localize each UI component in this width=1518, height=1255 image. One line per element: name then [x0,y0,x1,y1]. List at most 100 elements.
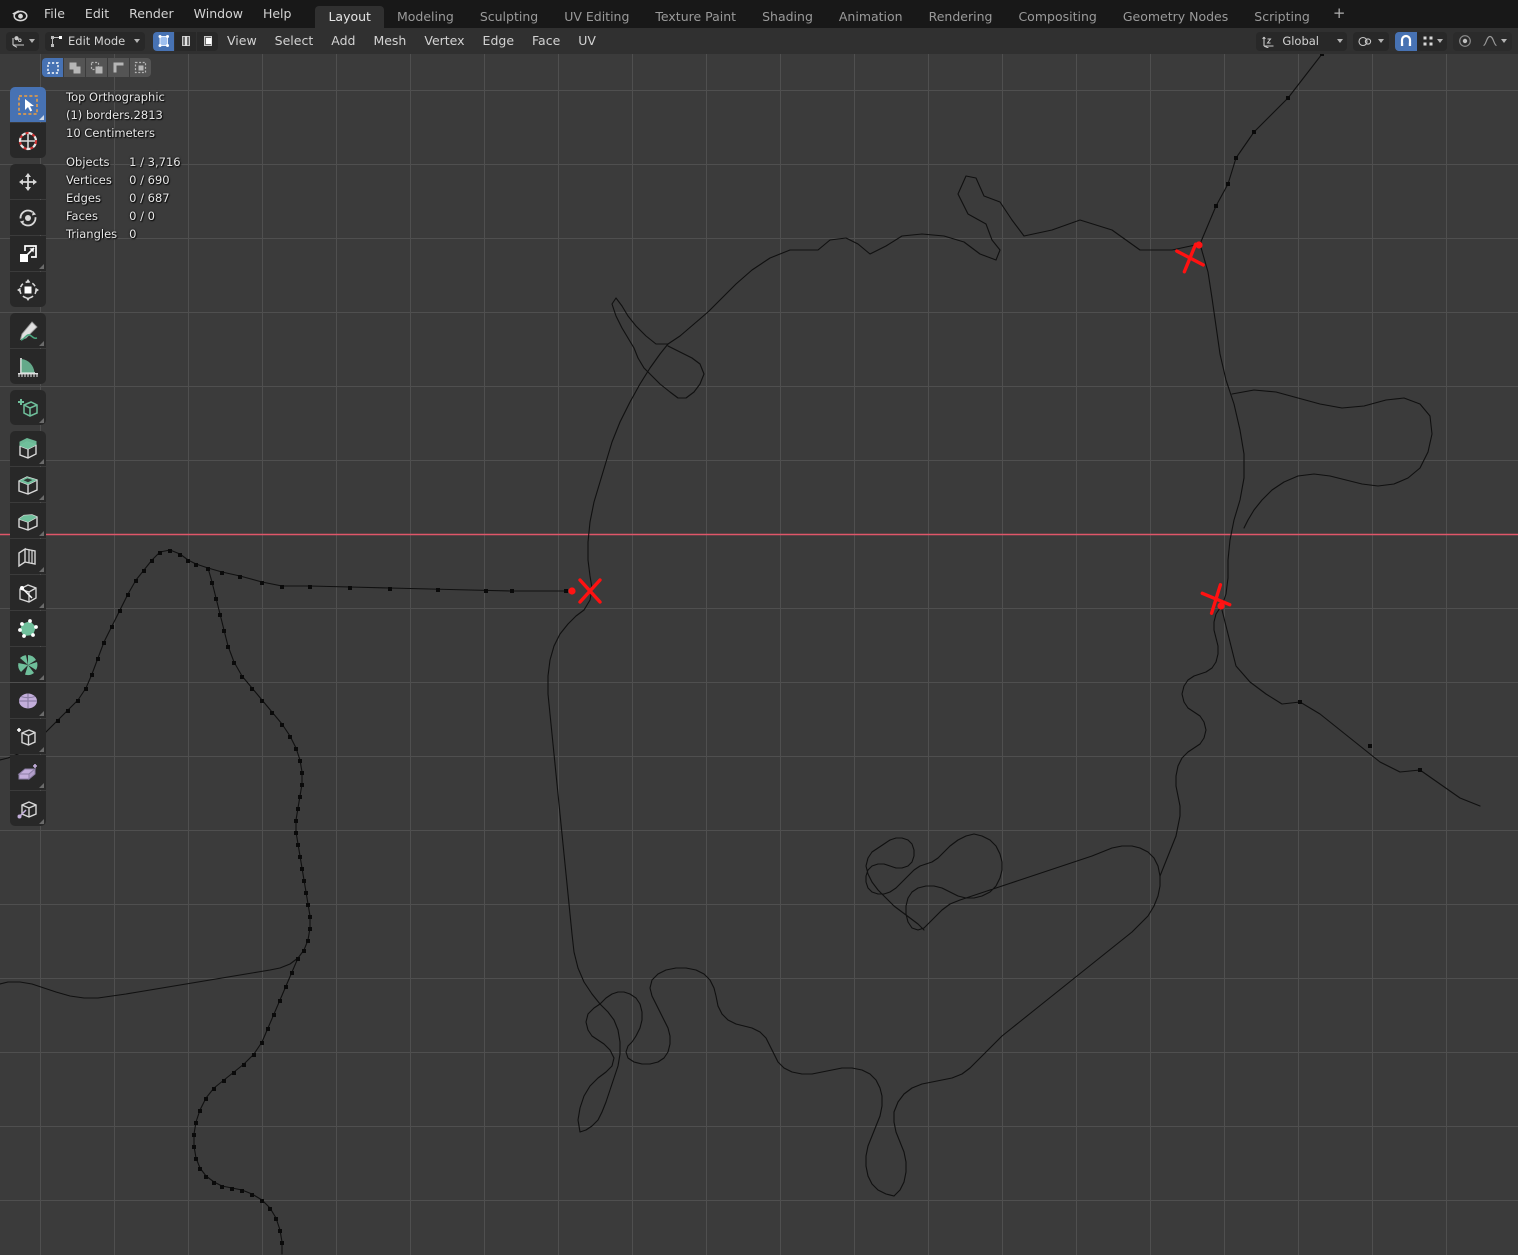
tool-group-select-cursor [10,87,46,158]
shrink-fatten-icon [17,763,37,780]
workspace-tab-geometry-nodes[interactable]: Geometry Nodes [1110,6,1241,28]
cursor-dot-right [1217,602,1225,610]
smooth-tool-button[interactable] [10,683,46,718]
rotate-icon [19,209,37,226]
tool-submenu-corner-icon [39,711,44,716]
proportional-edit-icon [1459,35,1471,47]
cursor-dot-center [568,587,576,595]
inset-faces-tool-button[interactable] [10,467,46,502]
menu-file[interactable]: File [34,0,75,28]
snap-target-chevron-down-icon [1437,39,1443,43]
viewport-menu-uv[interactable]: UV [569,28,605,54]
annotate-tool-button[interactable] [10,313,46,348]
workspace-tab-modeling[interactable]: Modeling [384,6,467,28]
viewport-menu-vertex[interactable]: Vertex [415,28,473,54]
tool-group-transform [10,164,46,307]
proportional-falloff-selector[interactable] [1477,31,1512,51]
viewport-menu-face[interactable]: Face [523,28,569,54]
tweak-intersect-mode-button[interactable] [130,58,151,77]
workspace-tab-uv-editing[interactable]: UV Editing [551,6,642,28]
tool-group-annotate-measure [10,313,46,384]
menu-render[interactable]: Render [119,0,184,28]
spin-tool-button[interactable] [10,647,46,682]
mode-selector-chevron-down-icon [134,39,140,43]
pivot-median-point-icon [1358,36,1372,46]
snap-target-selector[interactable] [1417,31,1447,51]
menu-help[interactable]: Help [253,0,302,28]
face-select-mode-button[interactable] [197,31,218,51]
knife-icon [19,583,37,603]
tool-submenu-corner-icon [39,341,44,346]
poly-build-tool-button[interactable] [10,611,46,646]
workspace-tab-scripting[interactable]: Scripting [1241,6,1323,28]
tool-submenu-corner-icon [39,747,44,752]
workspace-tab-texture-paint[interactable]: Texture Paint [642,6,749,28]
tweak-tool-button[interactable] [10,87,46,122]
tweak-extend-mode-button[interactable] [64,58,85,77]
snap-vertex-icon [1423,36,1433,46]
workspace-tab-sculpting[interactable]: Sculpting [467,6,551,28]
tweak-set-mode-button[interactable] [42,58,63,77]
edge-slide-tool-button[interactable] [10,719,46,754]
blender-logo-icon[interactable] [4,0,34,28]
snap-magnet-icon [1400,34,1412,46]
add-cube-tool-button[interactable] [10,390,46,425]
menu-window[interactable]: Window [184,0,253,28]
3d-viewport[interactable]: Top Orthographic (1) borders.2813 10 Cen… [0,54,1518,1255]
rip-region-icon [17,800,37,818]
move-arrows-icon [19,172,37,191]
viewport-menu-select[interactable]: Select [266,28,323,54]
extrude-region-tool-button[interactable] [10,431,46,466]
cursor-tool-button[interactable] [10,123,46,158]
tool-group-mesh-edit [10,431,46,826]
editor-type-3dview-icon [12,35,24,48]
rip-region-tool-button[interactable] [10,791,46,826]
spin-icon [18,654,38,675]
transform-tool-button[interactable] [10,272,46,307]
tool-submenu-corner-icon [39,783,44,788]
pivot-point-chevron-down-icon [1378,39,1384,43]
inset-faces-icon [18,475,38,495]
rotate-tool-button[interactable] [10,200,46,235]
measure-tool-button[interactable] [10,349,46,384]
pivot-point-selector[interactable] [1353,31,1389,51]
tool-settings-select-mode-group [42,58,151,77]
mode-selector[interactable]: Edit Mode [45,31,145,51]
knife-tool-button[interactable] [10,575,46,610]
edge-select-mode-button[interactable] [175,31,196,51]
loop-cut-tool-button[interactable] [10,539,46,574]
add-workspace-button[interactable]: + [1323,0,1356,28]
bevel-tool-button[interactable] [10,503,46,538]
proportional-edit-toggle[interactable] [1453,31,1477,51]
viewport-menu-view[interactable]: View [218,28,266,54]
bevel-icon [18,513,38,531]
scale-tool-button[interactable] [10,236,46,271]
viewport-menu-mesh[interactable]: Mesh [364,28,415,54]
tool-group-add [10,390,46,425]
smooth-falloff-icon [1483,35,1497,47]
tool-header: Edit Mode View Select Add Mesh Vertex Ed… [0,28,1518,54]
move-tool-button[interactable] [10,164,46,199]
transform-orientation-chevron-down-icon [1337,39,1343,43]
shrink-fatten-tool-button[interactable] [10,755,46,790]
workspace-tab-compositing[interactable]: Compositing [1005,6,1109,28]
workspace-tabs: Layout Modeling Sculpting UV Editing Tex… [315,0,1355,28]
editor-type-chevron-down-icon [29,39,35,43]
workspace-tab-shading[interactable]: Shading [749,6,826,28]
workspace-tab-rendering[interactable]: Rendering [916,6,1006,28]
editor-type-selector[interactable] [6,31,39,51]
menu-edit[interactable]: Edit [75,0,119,28]
pencil-icon [19,320,38,341]
workspace-tab-layout[interactable]: Layout [315,6,384,28]
workspace-tab-animation[interactable]: Animation [826,6,916,28]
cursor-arrow-icon [18,94,38,115]
edit-mode-icon [51,35,62,47]
viewport-menu-edge[interactable]: Edge [474,28,523,54]
mesh-select-mode-group [153,31,218,51]
viewport-menu-add[interactable]: Add [322,28,364,54]
transform-orientation-selector[interactable]: Global [1256,31,1347,51]
tweak-invert-mode-button[interactable] [108,58,129,77]
snap-toggle-button[interactable] [1395,31,1417,51]
tweak-subtract-mode-button[interactable] [86,58,107,77]
vertex-select-mode-button[interactable] [153,31,174,51]
